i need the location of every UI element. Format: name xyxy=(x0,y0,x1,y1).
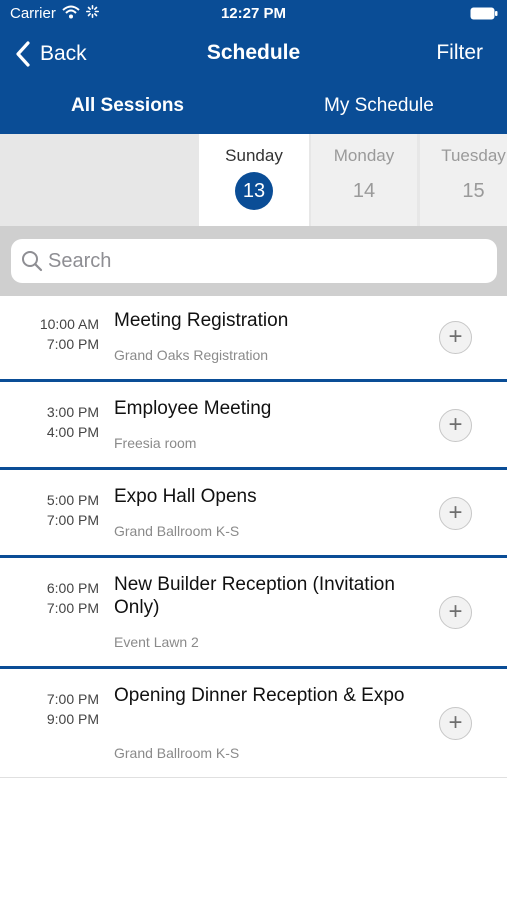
session-row[interactable]: 10:00 AM 7:00 PM Meeting Registration Gr… xyxy=(0,296,507,381)
session-title: New Builder Reception (Invitation Only) xyxy=(114,574,395,618)
session-start-time: 7:00 PM xyxy=(46,691,99,707)
tab-my-schedule[interactable]: My Schedule xyxy=(324,95,434,117)
plus-icon: + xyxy=(448,598,463,625)
plus-icon: + xyxy=(448,411,463,438)
date-selector: Sunday 13 Monday 14 Tuesday 15 xyxy=(0,134,507,226)
session-times: 7:00 PM 9:00 PM xyxy=(0,689,99,729)
search-area xyxy=(0,226,507,296)
search-box xyxy=(11,239,497,283)
date-tab-sunday[interactable]: Sunday 13 xyxy=(199,134,309,226)
session-end-time: 7:00 PM xyxy=(46,600,99,616)
session-row[interactable]: 6:00 PM 7:00 PM New Builder Reception (I… xyxy=(0,560,507,667)
session-row[interactable]: 3:00 PM 4:00 PM Employee Meeting Freesia… xyxy=(0,384,507,468)
date-tab-monday[interactable]: Monday 14 xyxy=(311,134,417,226)
session-times: 6:00 PM 7:00 PM xyxy=(0,578,99,618)
search-icon xyxy=(22,251,43,272)
session-times: 3:00 PM 4:00 PM xyxy=(0,402,99,442)
session-divider xyxy=(0,467,507,470)
session-location: Grand Oaks Registration xyxy=(114,347,269,363)
session-location: Grand Ballroom K-S xyxy=(114,745,240,761)
date-tab-tuesday[interactable]: Tuesday 15 xyxy=(420,134,507,226)
date-number: 13 xyxy=(235,172,273,210)
header-bar: Carrier 12:27 PM Back Schedule Filter Al… xyxy=(0,0,507,134)
session-location: Event Lawn 2 xyxy=(114,634,199,650)
date-day-label: Monday xyxy=(333,146,395,165)
status-bar: Carrier 12:27 PM xyxy=(0,0,507,28)
session-start-time: 3:00 PM xyxy=(46,404,99,420)
session-start-time: 10:00 AM xyxy=(39,316,99,332)
session-title: Expo Hall Opens xyxy=(114,486,257,507)
session-divider xyxy=(0,666,507,669)
add-to-schedule-button[interactable]: + xyxy=(439,321,472,354)
session-row[interactable]: 5:00 PM 7:00 PM Expo Hall Opens Grand Ba… xyxy=(0,472,507,556)
filter-button[interactable]: Filter xyxy=(436,41,483,65)
session-start-time: 6:00 PM xyxy=(46,580,99,596)
page-title: Schedule xyxy=(206,41,301,64)
session-location: Freesia room xyxy=(114,435,197,451)
plus-icon: + xyxy=(448,709,463,736)
date-number: 15 xyxy=(462,180,485,202)
search-input[interactable] xyxy=(48,239,488,283)
session-title: Employee Meeting xyxy=(114,398,272,419)
status-time: 12:27 PM xyxy=(220,5,287,22)
date-number: 14 xyxy=(352,180,376,202)
list-end-divider xyxy=(0,777,507,778)
plus-icon: + xyxy=(448,499,463,526)
date-day-label: Sunday xyxy=(225,146,283,165)
add-to-schedule-button[interactable]: + xyxy=(439,707,472,740)
session-end-time: 9:00 PM xyxy=(46,711,99,727)
session-title: Opening Dinner Reception & Expo xyxy=(114,685,405,706)
battery-icon xyxy=(470,7,498,20)
session-start-time: 5:00 PM xyxy=(46,492,99,508)
date-day-label: Tuesday xyxy=(441,146,506,165)
session-divider xyxy=(0,555,507,558)
session-divider xyxy=(0,379,507,382)
session-end-time: 7:00 PM xyxy=(46,512,99,528)
tab-all-sessions[interactable]: All Sessions xyxy=(71,95,184,117)
session-end-time: 4:00 PM xyxy=(46,424,99,440)
plus-icon: + xyxy=(448,323,463,350)
add-to-schedule-button[interactable]: + xyxy=(439,497,472,530)
session-times: 10:00 AM 7:00 PM xyxy=(0,314,99,354)
add-to-schedule-button[interactable]: + xyxy=(439,409,472,442)
session-location: Grand Ballroom K-S xyxy=(114,523,240,539)
session-times: 5:00 PM 7:00 PM xyxy=(0,490,99,530)
session-row[interactable]: 7:00 PM 9:00 PM Opening Dinner Reception… xyxy=(0,671,507,777)
session-end-time: 7:00 PM xyxy=(46,336,99,352)
session-title: Meeting Registration xyxy=(114,310,289,331)
add-to-schedule-button[interactable]: + xyxy=(439,596,472,629)
